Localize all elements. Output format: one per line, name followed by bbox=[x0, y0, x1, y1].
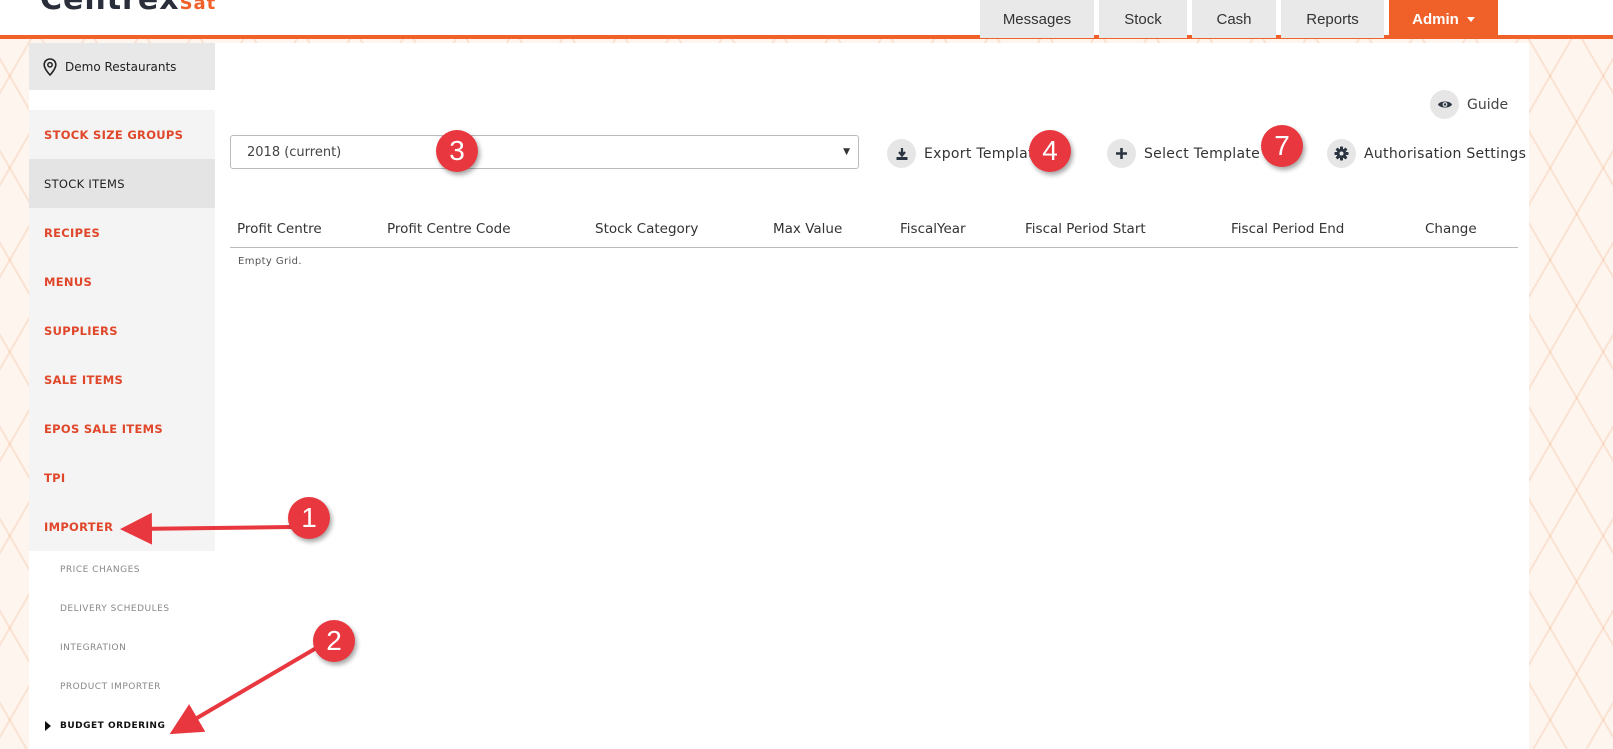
sidebar-item-menus[interactable]: MENUS bbox=[29, 257, 215, 306]
select-template-button[interactable]: Select Template bbox=[1107, 139, 1260, 168]
column-header[interactable]: FiscalYear bbox=[900, 221, 966, 237]
annotation-badge-4: 4 bbox=[1029, 130, 1071, 172]
sidebar-item-label: STOCK SIZE GROUPS bbox=[44, 127, 184, 142]
chevron-down-icon bbox=[1466, 16, 1475, 22]
location-pin-icon bbox=[43, 57, 57, 76]
sidebar-item-label: SALE ITEMS bbox=[44, 372, 124, 387]
fiscal-year-value: 2018 (current) bbox=[247, 144, 342, 160]
authorisation-settings-button[interactable]: Authorisation Settings bbox=[1327, 139, 1526, 168]
nav-label: Reports bbox=[1306, 10, 1359, 28]
sidebar-subitem-delivery-schedules[interactable]: DELIVERY SCHEDULES bbox=[29, 589, 215, 628]
nav-messages[interactable]: Messages bbox=[980, 0, 1094, 38]
sidebar-subitem-label: PRODUCT IMPORTER bbox=[60, 681, 161, 692]
annotation-badge-7: 7 bbox=[1261, 125, 1303, 167]
sidebar-subitem-label: PRICE CHANGES bbox=[60, 564, 140, 575]
sidebar-subitem-label: BUDGET ORDERING bbox=[60, 720, 166, 731]
top-bar: CentrexSat Messages Stock Cash Reports A… bbox=[0, 0, 1613, 39]
plus-icon bbox=[1107, 139, 1136, 168]
guide-button[interactable]: Guide bbox=[1430, 90, 1508, 119]
sidebar-item-label: IMPORTER bbox=[44, 519, 114, 534]
sidebar-item-stock-size-groups[interactable]: STOCK SIZE GROUPS bbox=[29, 110, 215, 159]
sidebar-item-recipes[interactable]: RECIPES bbox=[29, 208, 215, 257]
select-template-label: Select Template bbox=[1144, 145, 1261, 162]
empty-grid-message: Empty Grid. bbox=[238, 256, 302, 267]
sidebar-subitem-price-changes[interactable]: PRICE CHANGES bbox=[29, 550, 215, 589]
sidebar-item-label: SUPPLIERS bbox=[44, 323, 118, 338]
sidebar-item-label: MENUS bbox=[44, 274, 93, 289]
nav-admin[interactable]: Admin bbox=[1389, 0, 1498, 38]
column-header[interactable]: Fiscal Period Start bbox=[1025, 221, 1146, 237]
dropdown-arrow-icon: ▼ bbox=[843, 147, 850, 157]
nav-label: Cash bbox=[1216, 10, 1252, 28]
nav-cash[interactable]: Cash bbox=[1192, 0, 1276, 38]
column-header[interactable]: Change bbox=[1425, 221, 1477, 237]
nav-label: Stock bbox=[1124, 10, 1162, 28]
column-header[interactable]: Profit Centre bbox=[237, 221, 322, 237]
sidebar-item-label: STOCK ITEMS bbox=[44, 176, 125, 191]
authorisation-settings-label: Authorisation Settings bbox=[1364, 145, 1527, 162]
app-logo[interactable]: CentrexSat bbox=[40, 0, 216, 17]
logo-accent-text: Sat bbox=[179, 0, 217, 14]
sidebar-subitem-budget-ordering[interactable]: BUDGET ORDERING bbox=[29, 706, 215, 745]
logo-text: Centrex bbox=[40, 0, 180, 17]
sidebar-item-stock-items[interactable]: STOCK ITEMS bbox=[29, 159, 215, 208]
export-template-label: Export Template bbox=[924, 145, 1043, 162]
location-name: Demo Restaurants bbox=[65, 59, 177, 74]
nav-reports[interactable]: Reports bbox=[1281, 0, 1384, 38]
sidebar-subitem-label: DELIVERY SCHEDULES bbox=[60, 603, 170, 614]
sidebar-item-label: RECIPES bbox=[44, 225, 101, 240]
fiscal-year-select[interactable]: 2018 (current) ▼ bbox=[230, 135, 859, 169]
nav-stock[interactable]: Stock bbox=[1099, 0, 1187, 38]
sidebar-item-suppliers[interactable]: SUPPLIERS bbox=[29, 306, 215, 355]
column-header[interactable]: Stock Category bbox=[595, 221, 698, 237]
sidebar-item-tpi[interactable]: TPI bbox=[29, 453, 215, 502]
location-selector[interactable]: Demo Restaurants bbox=[29, 43, 215, 90]
sidebar-subitem-integration[interactable]: INTEGRATION bbox=[29, 628, 215, 667]
annotation-badge-1: 1 bbox=[288, 497, 330, 539]
guide-label: Guide bbox=[1467, 96, 1509, 113]
sidebar-item-label: TPI bbox=[44, 470, 66, 485]
column-header[interactable]: Fiscal Period End bbox=[1231, 221, 1344, 237]
gear-icon bbox=[1327, 139, 1356, 168]
grid-header: Profit Centre Profit Centre Code Stock C… bbox=[230, 212, 1518, 248]
sidebar-item-importer[interactable]: IMPORTER bbox=[29, 502, 215, 551]
sidebar-menu: STOCK SIZE GROUPS STOCK ITEMS RECIPES ME… bbox=[29, 110, 215, 551]
annotation-badge-2: 2 bbox=[313, 620, 355, 662]
column-header[interactable]: Max Value bbox=[773, 221, 842, 237]
sidebar-item-label: EPOS SALE ITEMS bbox=[44, 421, 163, 436]
sidebar-subitem-product-importer[interactable]: PRODUCT IMPORTER bbox=[29, 667, 215, 706]
annotation-badge-3: 3 bbox=[436, 130, 478, 172]
sidebar-subitem-label: INTEGRATION bbox=[60, 642, 127, 653]
column-header[interactable]: Profit Centre Code bbox=[387, 221, 511, 237]
caret-right-icon bbox=[45, 720, 51, 731]
export-template-button[interactable]: Export Template bbox=[887, 139, 1043, 168]
eye-icon bbox=[1430, 90, 1459, 119]
nav-label: Messages bbox=[1002, 10, 1072, 28]
nav-label: Admin bbox=[1412, 10, 1459, 28]
sidebar-item-sale-items[interactable]: SALE ITEMS bbox=[29, 355, 215, 404]
sidebar: Demo Restaurants STOCK SIZE GROUPS STOCK… bbox=[29, 43, 215, 749]
sidebar-item-epos-sale-items[interactable]: EPOS SALE ITEMS bbox=[29, 404, 215, 453]
download-icon bbox=[887, 139, 916, 168]
